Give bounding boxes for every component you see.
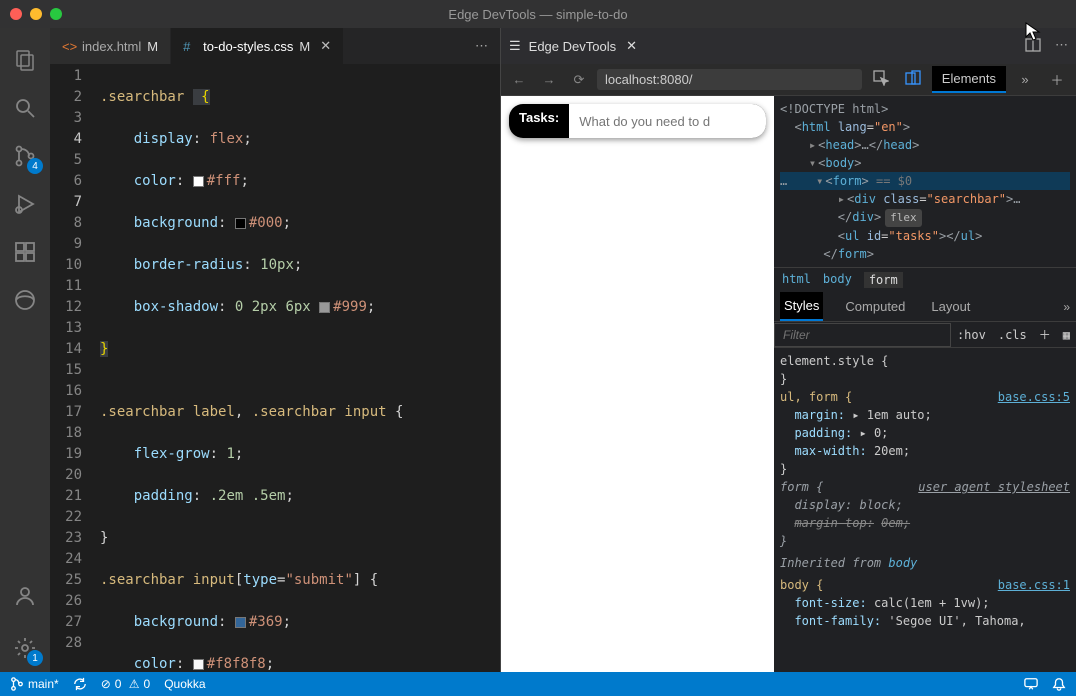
more-panel-actions-icon[interactable]: ⋯ [1055, 37, 1068, 56]
source-link[interactable]: base.css:5 [998, 388, 1070, 406]
css-file-icon: # [183, 39, 197, 53]
flex-badge[interactable]: flex [885, 209, 922, 227]
page-viewport[interactable]: Tasks: [501, 96, 774, 672]
tab-to-do-styles-css[interactable]: # to-do-styles.css M ✕ [171, 28, 344, 64]
styles-body[interactable]: element.style { } ul, form {base.css:5 m… [774, 348, 1076, 672]
crumb-form[interactable]: form [864, 272, 903, 288]
styles-tabs: Styles Computed Layout » [774, 292, 1076, 322]
modified-indicator: M [147, 39, 158, 54]
more-styles-tabs-icon[interactable]: » [1063, 300, 1070, 314]
tab-index-html[interactable]: <> index.html M [50, 28, 171, 64]
window-titlebar: Edge DevTools — simple-to-do [0, 0, 1076, 28]
branch-status[interactable]: main* [10, 677, 59, 691]
inspect-element-icon[interactable] [868, 70, 894, 89]
new-style-rule-icon[interactable]: ＋ [1033, 322, 1057, 347]
edge-icon[interactable] [1, 276, 49, 324]
tasks-input[interactable] [569, 104, 766, 138]
feedback-icon[interactable] [1024, 677, 1038, 691]
extensions-icon[interactable] [1, 228, 49, 276]
sync-status[interactable] [73, 677, 87, 691]
panel-close-icon[interactable]: ✕ [626, 38, 637, 54]
tab-label: index.html [82, 39, 141, 54]
activity-bar: 4 1 [0, 28, 50, 672]
tasks-searchbar: Tasks: [509, 104, 766, 138]
styles-filter-input[interactable] [774, 323, 951, 347]
tab-label: to-do-styles.css [203, 39, 293, 54]
search-icon[interactable] [1, 84, 49, 132]
box-model-icon[interactable]: ▦ [1057, 324, 1076, 346]
devtools-toolbar: ← → ⟳ localhost:8080/ Elements » ＋ [501, 64, 1076, 96]
panel-menu-icon[interactable]: ☰ [509, 38, 521, 54]
zoom-window-button[interactable] [50, 8, 62, 20]
crumb-body[interactable]: body [823, 272, 852, 288]
computed-tab-button[interactable]: Computed [841, 293, 909, 320]
problems-status[interactable]: ⊘ 0 ⚠ 0 [101, 677, 151, 691]
hov-button[interactable]: :hov [951, 324, 992, 346]
elements-tab[interactable]: Elements [932, 66, 1006, 93]
dom-tree[interactable]: <!DOCTYPE html> <html lang="en"> ▸<head>… [774, 96, 1076, 267]
forward-icon[interactable]: → [537, 72, 561, 87]
minimize-window-button[interactable] [30, 8, 42, 20]
device-toggle-icon[interactable] [900, 70, 926, 89]
window-title: Edge DevTools — simple-to-do [448, 7, 627, 22]
notifications-icon[interactable] [1052, 677, 1066, 691]
reload-icon[interactable]: ⟳ [567, 72, 591, 88]
tasks-label: Tasks: [509, 104, 569, 138]
cls-button[interactable]: .cls [992, 324, 1033, 346]
layout-tab-button[interactable]: Layout [927, 293, 974, 320]
source-control-icon[interactable]: 4 [1, 132, 49, 180]
close-window-button[interactable] [10, 8, 22, 20]
account-icon[interactable] [1, 572, 49, 620]
styles-tab-button[interactable]: Styles [780, 292, 823, 321]
settings-gear-icon[interactable]: 1 [1, 624, 49, 672]
scm-badge: 4 [27, 158, 43, 174]
html-file-icon: <> [62, 39, 76, 53]
close-tab-icon[interactable]: ✕ [320, 38, 331, 54]
modified-indicator: M [299, 39, 310, 54]
back-icon[interactable]: ← [507, 72, 531, 87]
inspector: <!DOCTYPE html> <html lang="en"> ▸<head>… [774, 96, 1076, 672]
add-tab-icon[interactable]: ＋ [1044, 70, 1070, 89]
more-tools-icon[interactable]: » [1012, 72, 1038, 87]
code-editor[interactable]: 1234567891011121314151617181920212223242… [50, 64, 500, 672]
inherit-from-link[interactable]: body [888, 556, 917, 570]
crumb-html[interactable]: html [782, 272, 811, 288]
explorer-icon[interactable] [1, 36, 49, 84]
url-bar[interactable]: localhost:8080/ [597, 69, 862, 90]
run-debug-icon[interactable] [1, 180, 49, 228]
traffic-lights [10, 8, 62, 20]
split-editor-icon[interactable] [1025, 37, 1041, 56]
source-link[interactable]: base.css:1 [998, 576, 1070, 594]
code-content[interactable]: .searchbar { display: flex; color: #fff;… [100, 64, 500, 672]
status-bar: main* ⊘ 0 ⚠ 0 Quokka [0, 672, 1076, 696]
dom-breadcrumbs[interactable]: html body form [774, 267, 1076, 292]
panel-title: Edge DevTools [529, 39, 616, 54]
line-gutter: 1234567891011121314151617181920212223242… [50, 64, 100, 672]
more-tab-actions-icon[interactable]: ⋯ [475, 38, 488, 54]
quokka-status[interactable]: Quokka [164, 677, 205, 691]
settings-badge: 1 [27, 650, 43, 666]
editor-tabs: <> index.html M # to-do-styles.css M ✕ ⋯ [50, 28, 500, 64]
devtools-panel: ☰ Edge DevTools ✕ ⋯ ← → ⟳ localhost:8080… [500, 28, 1076, 672]
styles-filter-row: :hov .cls ＋ ▦ [774, 322, 1076, 348]
